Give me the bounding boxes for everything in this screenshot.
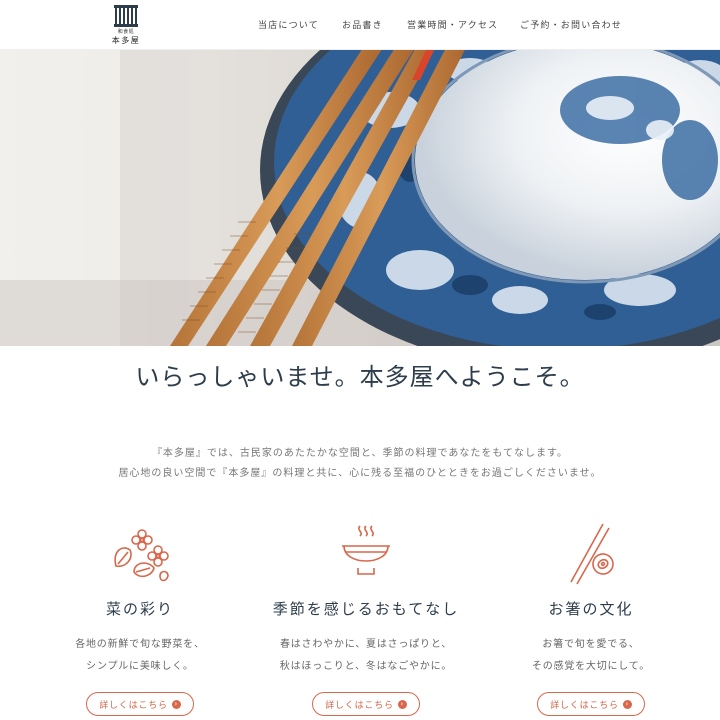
feature-title: お箸の文化 bbox=[548, 600, 634, 618]
welcome-heading: いらっしゃいませ。本多屋へようこそ。 bbox=[135, 363, 585, 391]
feature-description: お箸で旬を愛でる、 その感覚を大切にして。 bbox=[481, 634, 701, 678]
feature-desc-line: 春はさわやかに、夏はさっぱりと、 bbox=[279, 639, 453, 650]
nav-item-about[interactable]: 当店について bbox=[258, 20, 319, 32]
arrow-right-icon: › bbox=[622, 699, 632, 709]
more-details-button[interactable]: 詳しくはこちら › bbox=[312, 692, 420, 716]
intro-line-2: 居心地の良い空間で『本多屋』の料理と共に、心に残る至福のひとときをお過ごしくださ… bbox=[118, 468, 602, 479]
hero-image bbox=[0, 50, 720, 346]
steaming-bowl-icon bbox=[342, 525, 390, 575]
chopsticks-icon bbox=[570, 523, 614, 585]
feature-seasonal-hospitality: 季節を感じるおもてなし 春はさわやかに、夏はさっぱりと、 秋はほっこりと、冬はな… bbox=[256, 522, 476, 716]
arrow-right-icon: › bbox=[397, 699, 407, 709]
bowl-chopsticks-photo bbox=[0, 50, 720, 346]
button-label: 詳しくはこちら bbox=[550, 700, 619, 711]
feature-description: 春はさわやかに、夏はさっぱりと、 秋はほっこりと、冬はなごやかに。 bbox=[256, 634, 476, 678]
nav-item-menu[interactable]: お品書き bbox=[342, 20, 383, 32]
feature-title: 季節を感じるおもてなし bbox=[272, 600, 460, 618]
feature-desc-line: その感覚を大切にして。 bbox=[531, 661, 651, 672]
feature-description: 各地の新鮮で旬な野菜を、 シンプルに美味しく。 bbox=[30, 634, 250, 678]
main-nav: 当店について お品書き 営業時間・アクセス ご予約・お問い合わせ bbox=[0, 20, 720, 34]
feature-desc-line: 各地の新鮮で旬な野菜を、 bbox=[75, 639, 205, 650]
nav-item-hours-access[interactable]: 営業時間・アクセス bbox=[407, 20, 498, 32]
button-label: 詳しくはこちら bbox=[99, 700, 168, 711]
logo-name: 本多屋 bbox=[111, 36, 141, 45]
site-header: 和食処 本多屋 当店について お品書き 営業時間・アクセス ご予約・お問い合わせ bbox=[0, 0, 720, 50]
flower-leaf-icon bbox=[114, 529, 169, 582]
more-details-button[interactable]: 詳しくはこちら › bbox=[537, 692, 645, 716]
feature-title: 菜の彩り bbox=[105, 600, 174, 618]
feature-desc-line: お箸で旬を愛でる、 bbox=[542, 639, 640, 650]
button-label: 詳しくはこちら bbox=[325, 700, 394, 711]
feature-chopstick-culture: お箸の文化 お箸で旬を愛でる、 その感覚を大切にして。 詳しくはこちら › bbox=[481, 522, 701, 716]
feature-desc-line: シンプルに美味しく。 bbox=[86, 661, 194, 672]
intro-line-1: 『本多屋』では、古民家のあたたかな空間と、季節の料理であなたをもてなします。 bbox=[151, 448, 569, 459]
feature-desc-line: 秋はほっこりと、冬はなごやかに。 bbox=[279, 661, 453, 672]
feature-vegetables: 菜の彩り 各地の新鮮で旬な野菜を、 シンプルに美味しく。 詳しくはこちら › bbox=[30, 522, 250, 716]
arrow-right-icon: › bbox=[171, 699, 181, 709]
more-details-button[interactable]: 詳しくはこちら › bbox=[86, 692, 194, 716]
intro-text: 『本多屋』では、古民家のあたたかな空間と、季節の料理であなたをもてなします。 居… bbox=[0, 444, 720, 484]
nav-item-reservation-contact[interactable]: ご予約・お問い合わせ bbox=[520, 20, 622, 32]
